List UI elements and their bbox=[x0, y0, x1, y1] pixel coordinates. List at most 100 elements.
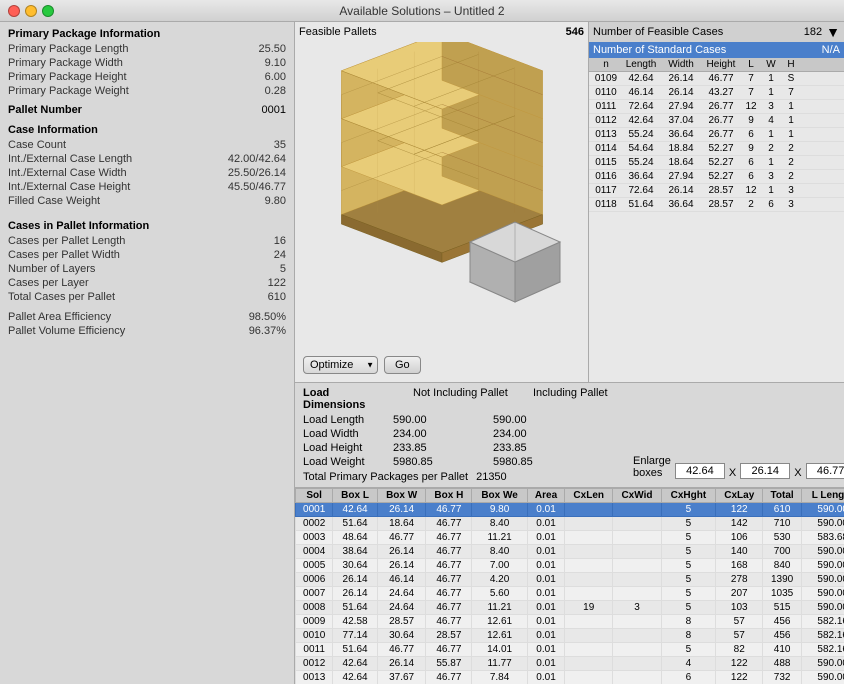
close-icon[interactable] bbox=[8, 5, 20, 17]
case-table-panel: Number of Feasible Cases 182 ▼ Number of… bbox=[589, 22, 844, 382]
case-width: 27.94 bbox=[661, 101, 701, 112]
table-header: SolBox LBox WBox HBox WeAreaCxLenCxWidCx… bbox=[296, 489, 844, 503]
case-length-row: Int./External Case Length 42.00/42.64 bbox=[8, 152, 286, 166]
case-table-row[interactable]: 0111 72.64 27.94 26.77 12 3 1 bbox=[589, 100, 844, 114]
table-cell: 590.00 bbox=[801, 517, 844, 531]
table-col-header: CxHght bbox=[661, 489, 715, 503]
table-cell: 0.01 bbox=[527, 657, 564, 671]
table-cell bbox=[565, 657, 613, 671]
table-cell: 46.77 bbox=[426, 573, 472, 587]
table-row[interactable]: 000438.6426.1446.778.400.015140700590.00… bbox=[296, 545, 844, 559]
load-val1: 590.00 bbox=[393, 413, 493, 427]
pkg-height-row: Primary Package Height 6.00 bbox=[8, 70, 286, 84]
case-height: 46.77 bbox=[701, 73, 741, 84]
optimize-select[interactable]: Optimize Maximize Minimize bbox=[303, 356, 378, 374]
x-separator: X bbox=[729, 467, 736, 479]
table-col-header: Box We bbox=[472, 489, 528, 503]
table-cell: 51.64 bbox=[333, 601, 377, 615]
pkg-height-label: Primary Package Height bbox=[8, 70, 127, 84]
cip-length-row: Cases per Pallet Length 16 bbox=[8, 234, 286, 248]
enlarge-z-input[interactable] bbox=[806, 463, 844, 479]
case-table-row[interactable]: 0114 54.64 18.84 52.27 9 2 2 bbox=[589, 142, 844, 156]
case-table-row[interactable]: 0110 46.14 26.14 43.27 7 1 7 bbox=[589, 86, 844, 100]
table-cell: 26.14 bbox=[377, 503, 426, 517]
table-row[interactable]: 000626.1446.1446.774.200.0152781390590.0… bbox=[296, 573, 844, 587]
vol-eff-row: Pallet Volume Efficiency 96.37% bbox=[8, 324, 286, 338]
case-table-row[interactable]: 0113 55.24 36.64 26.77 6 1 1 bbox=[589, 128, 844, 142]
left-panel: Primary Package Information Primary Pack… bbox=[0, 22, 295, 684]
case-table-row[interactable]: 0115 55.24 18.64 52.27 6 1 2 bbox=[589, 156, 844, 170]
enlarge-x-input[interactable] bbox=[675, 463, 725, 479]
table-cell: 14.01 bbox=[472, 643, 528, 657]
table-cell: 0.01 bbox=[527, 671, 564, 684]
case-width: 26.14 bbox=[661, 185, 701, 196]
table-cell: 24.64 bbox=[377, 601, 426, 615]
case-height: 52.27 bbox=[701, 171, 741, 182]
table-cell: 103 bbox=[716, 601, 763, 615]
table-cell: 5 bbox=[661, 573, 715, 587]
table-cell: 37.67 bbox=[377, 671, 426, 684]
maximize-icon[interactable] bbox=[42, 5, 54, 17]
case-width: 37.04 bbox=[661, 115, 701, 126]
table-cell: 4.20 bbox=[472, 573, 528, 587]
table-cell: 732 bbox=[763, 671, 802, 684]
table-cell: 0002 bbox=[296, 517, 333, 531]
table-cell: 42.58 bbox=[333, 615, 377, 629]
table-row[interactable]: 001077.1430.6428.5712.610.01857456582.16… bbox=[296, 629, 844, 643]
table-cell: 122 bbox=[716, 503, 763, 517]
vol-eff-value: 96.37% bbox=[249, 324, 286, 338]
case-table-row[interactable]: 0118 51.64 36.64 28.57 2 6 3 bbox=[589, 198, 844, 212]
case-length-value: 42.00/42.64 bbox=[228, 152, 286, 166]
table-row[interactable]: 000942.5828.5746.7712.610.01857456582.16… bbox=[296, 615, 844, 629]
table-col-header: CxWid bbox=[613, 489, 662, 503]
table-cell bbox=[613, 517, 662, 531]
case-table-row[interactable]: 0116 36.64 27.94 52.27 6 3 2 bbox=[589, 170, 844, 184]
table-col-header: L Length bbox=[801, 489, 844, 503]
dropdown-arrow-icon[interactable]: ▼ bbox=[826, 24, 840, 40]
table-cell: 0009 bbox=[296, 615, 333, 629]
case-length: 72.64 bbox=[621, 101, 661, 112]
table-cell: 38.64 bbox=[333, 545, 377, 559]
case-table-row[interactable]: 0117 72.64 26.14 28.57 12 1 3 bbox=[589, 184, 844, 198]
table-cell: 46.77 bbox=[426, 671, 472, 684]
table-row[interactable]: 000726.1424.6446.775.600.0152071035590.0… bbox=[296, 587, 844, 601]
table-cell: 0001 bbox=[296, 503, 333, 517]
table-col-header: Sol bbox=[296, 489, 333, 503]
case-length: 72.64 bbox=[621, 185, 661, 196]
table-cell: 140 bbox=[716, 545, 763, 559]
enlarge-y-input[interactable] bbox=[740, 463, 790, 479]
col-w-header: L bbox=[741, 59, 761, 70]
cip-total-row: Total Cases per Pallet 610 bbox=[8, 290, 286, 304]
data-table-section[interactable]: SolBox LBox WBox HBox WeAreaCxLenCxWidCx… bbox=[295, 488, 844, 684]
load-row-label: Load Height bbox=[303, 441, 393, 455]
case-table-row[interactable]: 0109 42.64 26.14 46.77 7 1 S bbox=[589, 72, 844, 86]
window-title: Available Solutions – Untitled 2 bbox=[339, 4, 504, 18]
table-cell: 11.21 bbox=[472, 531, 528, 545]
case-length: 55.24 bbox=[621, 129, 661, 140]
table-cell: 55.87 bbox=[426, 657, 472, 671]
standard-cases-label: Number of Standard Cases bbox=[593, 44, 726, 56]
box-layer bbox=[341, 42, 542, 214]
go-button[interactable]: Go bbox=[384, 356, 421, 374]
case-h: 1 bbox=[781, 129, 801, 140]
optimize-wrapper[interactable]: Optimize Maximize Minimize bbox=[303, 356, 378, 374]
table-cell: 5 bbox=[661, 587, 715, 601]
table-row[interactable]: 000142.6426.1446.779.800.015122610590.00… bbox=[296, 503, 844, 517]
table-cell bbox=[565, 587, 613, 601]
table-row[interactable]: 000251.6418.6446.778.400.015142710590.00… bbox=[296, 517, 844, 531]
minimize-icon[interactable] bbox=[25, 5, 37, 17]
table-col-header: CxLen bbox=[565, 489, 613, 503]
table-row[interactable]: 001242.6426.1455.8711.770.014122488590.0… bbox=[296, 657, 844, 671]
table-row[interactable]: 000348.6446.7746.7711.210.015106530583.6… bbox=[296, 531, 844, 545]
feasible-cases-label: Number of Feasible Cases bbox=[593, 26, 723, 38]
table-cell bbox=[613, 671, 662, 684]
load-header: Load Dimensions Not Including Pallet Inc… bbox=[303, 387, 633, 411]
table-row[interactable]: 000530.6426.1446.777.000.015168840590.00… bbox=[296, 559, 844, 573]
table-row[interactable]: 001342.6437.6746.777.840.016122732590.00… bbox=[296, 671, 844, 684]
case-table-row[interactable]: 0112 42.64 37.04 26.77 9 4 1 bbox=[589, 114, 844, 128]
pallet-number-value: 0001 bbox=[262, 104, 286, 118]
case-l: 6 bbox=[741, 129, 761, 140]
table-row[interactable]: 001151.6446.7746.7714.010.01582410582.16… bbox=[296, 643, 844, 657]
table-row[interactable]: 000851.6424.6446.7711.210.01193510351559… bbox=[296, 601, 844, 615]
pallet-number-title: Pallet Number bbox=[8, 104, 82, 116]
